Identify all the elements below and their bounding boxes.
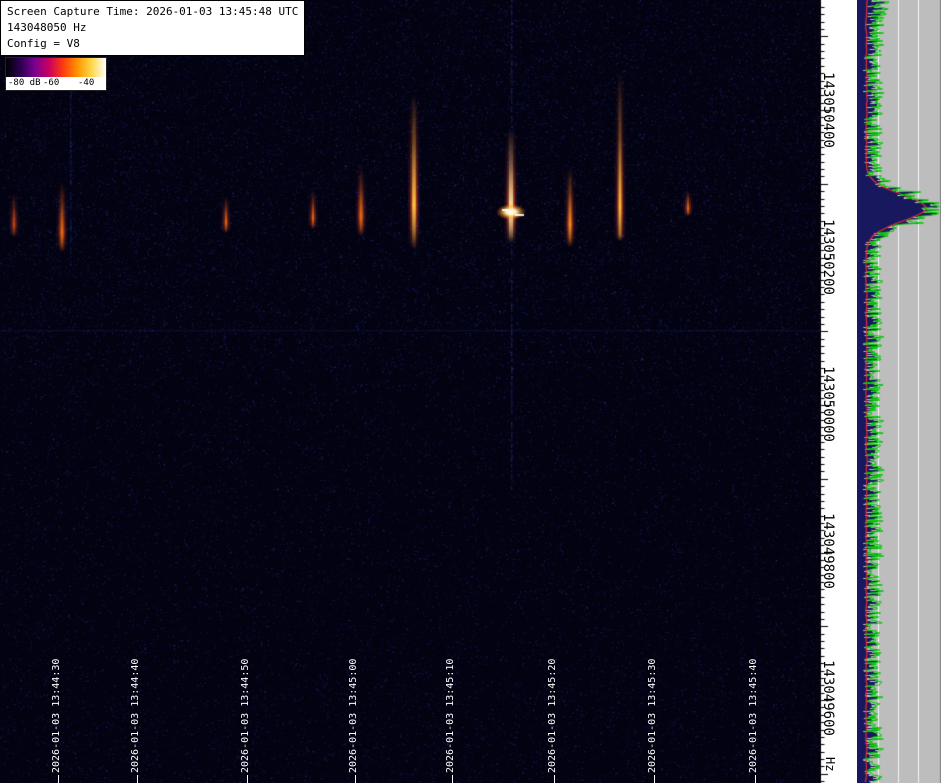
freq-tick-label: 143050200 xyxy=(820,219,836,295)
colorbar-label: -40 xyxy=(78,78,95,88)
colorbar-scale-labels: -80 dB -60 -40 xyxy=(6,77,106,90)
time-tick-label: 2026-01-03 13:44:30 xyxy=(51,658,62,773)
time-axis: 2026-01-03 13:44:30 2026-01-03 13:44:40 20… xyxy=(0,0,820,783)
time-tick-mark xyxy=(654,775,655,783)
frequency-labels: 143050400 143050200 143050000 143049800 1430… xyxy=(820,0,857,783)
time-tick-label: 2026-01-03 13:44:50 xyxy=(240,658,251,773)
time-tick-label: 2026-01-03 13:45:00 xyxy=(348,658,359,773)
time-tick-mark xyxy=(755,775,756,783)
time-tick-mark xyxy=(355,775,356,783)
time-tick-mark xyxy=(58,775,59,783)
capture-time-text: Screen Capture Time: 2026-01-03 13:45:48… xyxy=(7,5,299,18)
freq-tick-label: 143049800 xyxy=(820,513,836,589)
time-tick-label: 2026-01-03 13:45:10 xyxy=(445,658,456,773)
time-tick-mark xyxy=(452,775,453,783)
time-tick-label: 2026-01-03 13:44:40 xyxy=(130,658,141,773)
capture-info-box: Screen Capture Time: 2026-01-03 13:45:48… xyxy=(0,0,306,56)
config-text: Config = V8 xyxy=(7,37,80,50)
colorbar-label: -60 xyxy=(43,78,60,88)
db-colorbar: -80 dB -60 -40 xyxy=(5,57,107,91)
time-tick-mark xyxy=(247,775,248,783)
spectrum-panel-canvas xyxy=(857,0,941,783)
freq-tick-label: 143049600 xyxy=(820,660,836,736)
colorbar-label: -80 dB xyxy=(8,78,41,88)
center-frequency-text: 143048050 Hz xyxy=(7,21,87,34)
time-tick-label: 2026-01-03 13:45:20 xyxy=(547,658,558,773)
time-tick-label: 2026-01-03 13:45:30 xyxy=(647,658,658,773)
freq-tick-label: 143050000 xyxy=(820,366,836,442)
frequency-ruler: 143050400 143050200 143050000 143049800 1430… xyxy=(820,0,857,783)
frequency-unit-label: Hz xyxy=(823,757,837,772)
time-tick-mark xyxy=(137,775,138,783)
time-tick-label: 2026-01-03 13:45:40 xyxy=(748,658,759,773)
freq-tick-label: 143050400 xyxy=(820,72,836,148)
spectrogram-screen-capture: 2026-01-03 13:44:30 2026-01-03 13:44:40 20… xyxy=(0,0,941,783)
time-tick-mark xyxy=(554,775,555,783)
colorbar-gradient xyxy=(6,58,106,77)
